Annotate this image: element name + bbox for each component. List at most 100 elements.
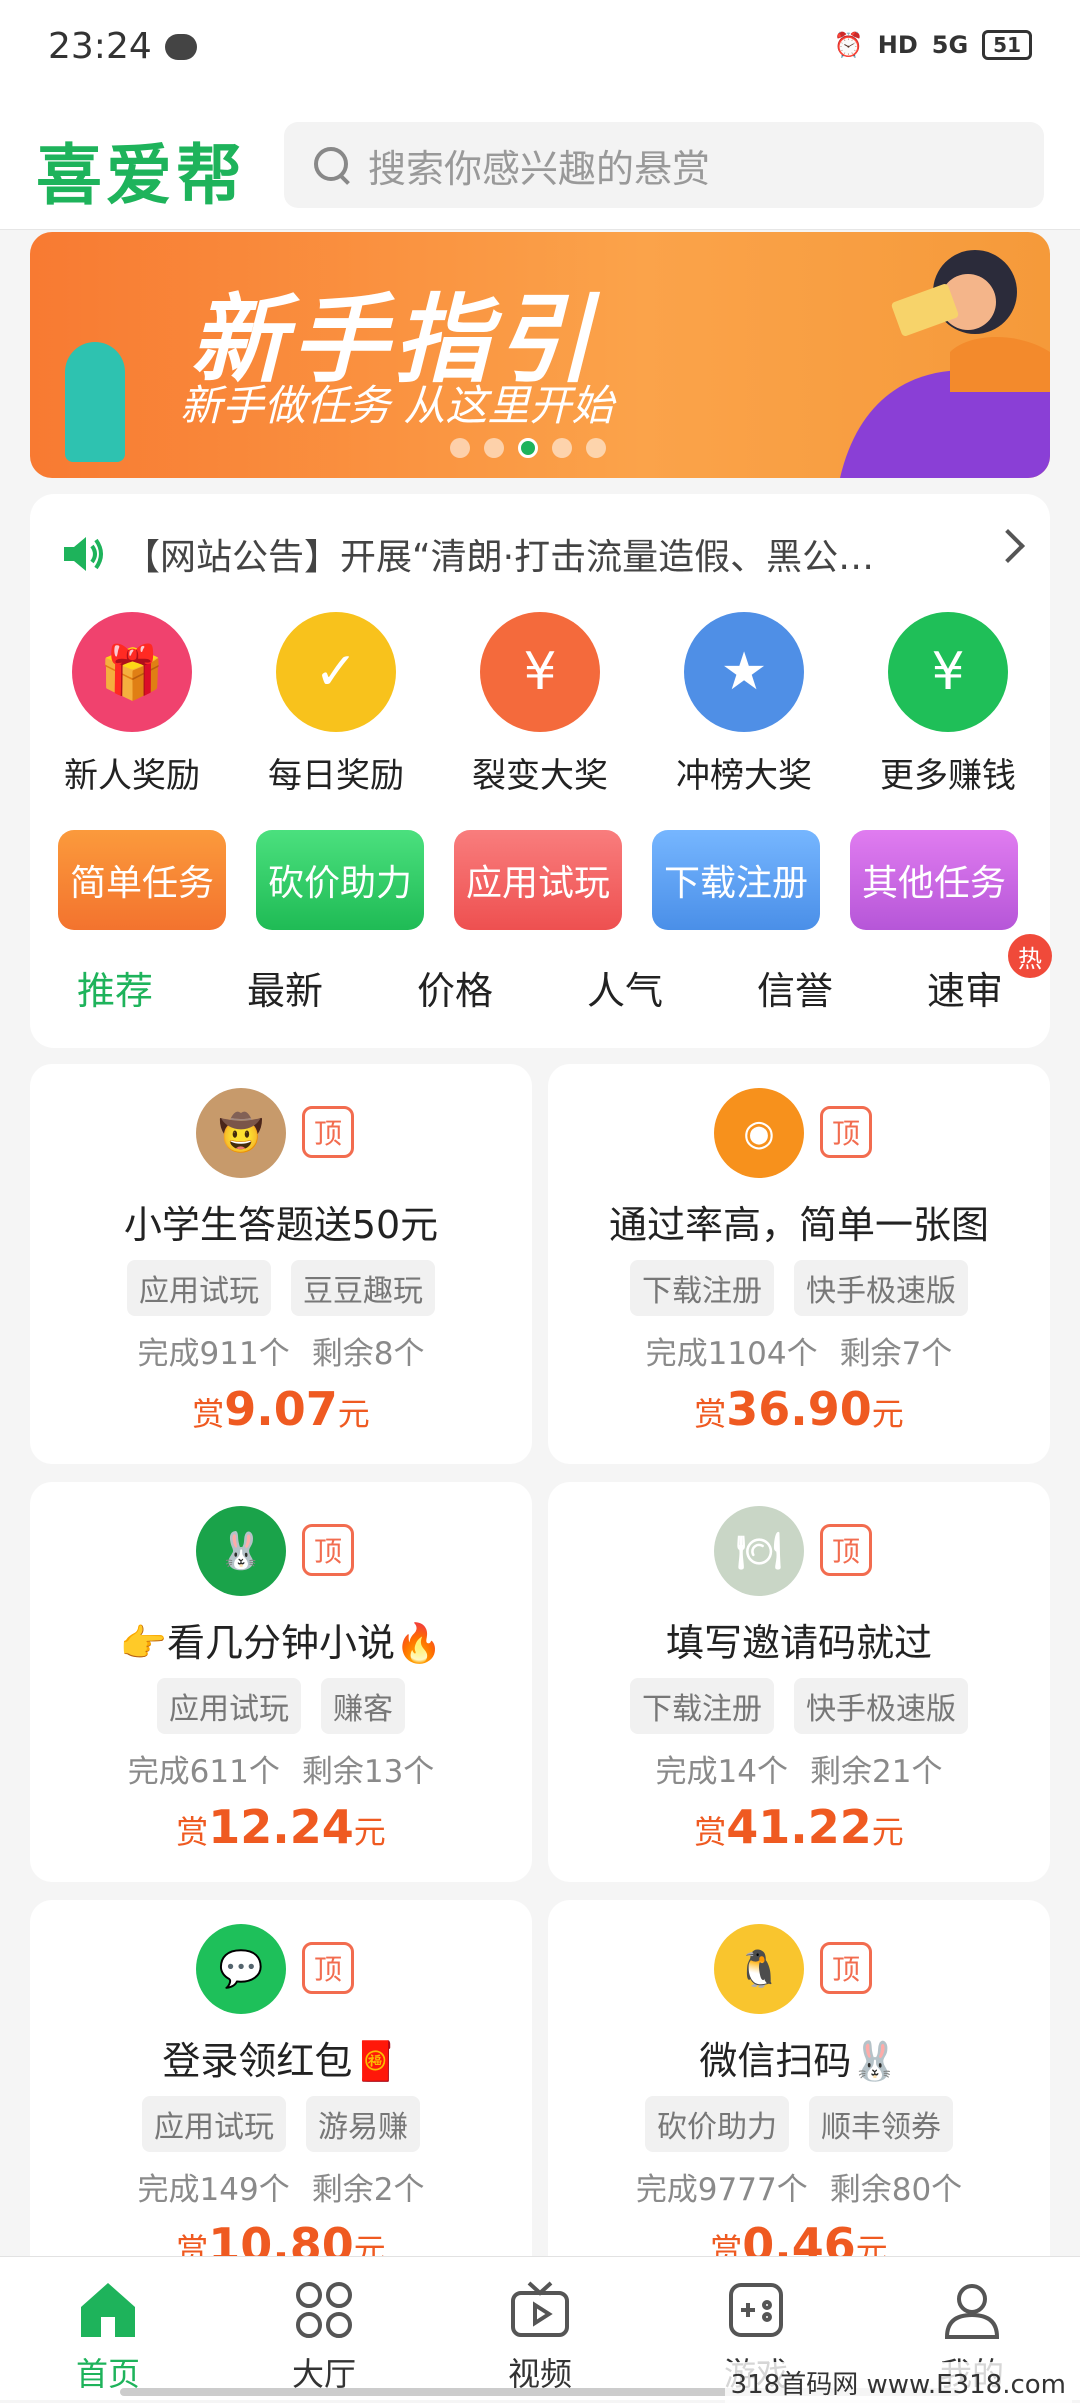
task-tag: 应用试玩 bbox=[127, 1260, 271, 1316]
quick-entry-row: 🎁 新人奖励 ✓ 每日奖励 ¥ 裂变大奖 ★ 冲榜大奖 ¥ 更多赚钱 bbox=[30, 612, 1050, 797]
reading-girl-illustration bbox=[840, 250, 1050, 478]
task-stats: 完成14个 剩余21个 bbox=[548, 1746, 1050, 1791]
sort-tab[interactable]: 人气 bbox=[540, 960, 710, 1015]
watermark: 318首码网 www.E318.com bbox=[724, 2362, 1072, 2403]
pinned-badge: 顶 bbox=[302, 1524, 354, 1576]
quick-entry-label: 冲榜大奖 bbox=[676, 756, 812, 796]
sort-tab[interactable]: 价格 bbox=[370, 960, 540, 1015]
sort-tab[interactable]: 速审热 bbox=[880, 934, 1052, 1015]
video-icon bbox=[507, 2277, 573, 2343]
banner-dot[interactable] bbox=[552, 438, 572, 458]
task-stats: 完成9777个 剩余80个 bbox=[548, 2164, 1050, 2209]
banner-dot[interactable] bbox=[518, 438, 538, 458]
category-button[interactable]: 其他任务 bbox=[850, 830, 1018, 930]
quick-entry[interactable]: ¥ 裂变大奖 bbox=[438, 612, 642, 797]
task-done-count: 完成1104个 bbox=[645, 1336, 818, 1372]
task-stats: 完成611个 剩余13个 bbox=[30, 1746, 532, 1791]
task-reward: 赏41.22元 bbox=[548, 1800, 1050, 1854]
task-done-count: 完成9777个 bbox=[635, 2172, 808, 2208]
quick-entry[interactable]: ★ 冲榜大奖 bbox=[642, 612, 846, 797]
task-title: 小学生答题送50元 bbox=[123, 1203, 439, 1247]
quick-entry-label: 裂变大奖 bbox=[472, 756, 608, 796]
battery-level: 51 bbox=[982, 30, 1032, 60]
grid-icon bbox=[291, 2277, 357, 2343]
search-input[interactable]: 搜索你感兴趣的悬赏 bbox=[284, 122, 1044, 208]
alarm-icon: ⏰ bbox=[833, 31, 864, 59]
search-placeholder: 搜索你感兴趣的悬赏 bbox=[368, 146, 711, 191]
category-button[interactable]: 应用试玩 bbox=[454, 830, 622, 930]
announcement-text: 【网站公告】开展“清朗·打击流量造假、黑公… bbox=[124, 537, 875, 578]
task-avatar: 🐧 bbox=[714, 1924, 804, 2014]
task-remaining-count: 剩余2个 bbox=[311, 2172, 425, 2208]
category-button[interactable]: 下载注册 bbox=[652, 830, 820, 930]
task-avatar: 🐰 bbox=[196, 1506, 286, 1596]
banner-pagination[interactable] bbox=[450, 438, 606, 458]
pinned-badge: 顶 bbox=[302, 1942, 354, 1994]
task-tag: 快手极速版 bbox=[794, 1678, 968, 1734]
task-remaining-count: 剩余7个 bbox=[839, 1336, 953, 1372]
task-done-count: 完成14个 bbox=[655, 1754, 788, 1790]
task-tag: 应用试玩 bbox=[142, 2096, 286, 2152]
tab-home[interactable]: 首页 bbox=[0, 2257, 216, 2400]
task-title: 👉看几分钟小说🔥 bbox=[119, 1621, 443, 1665]
quick-entry[interactable]: 🎁 新人奖励 bbox=[30, 612, 234, 797]
task-remaining-count: 剩余80个 bbox=[829, 2172, 963, 2208]
sort-tab[interactable]: 推荐 bbox=[30, 960, 200, 1015]
pinned-badge: 顶 bbox=[820, 1106, 872, 1158]
task-avatar: 💬 bbox=[196, 1924, 286, 2014]
banner-dot[interactable] bbox=[450, 438, 470, 458]
gift-icon: 🎁 bbox=[72, 612, 192, 732]
task-tags: 砍价助力 顺丰领券 bbox=[548, 2096, 1050, 2152]
reward-prefix: 赏 bbox=[192, 1395, 225, 1433]
gamepad-icon bbox=[723, 2277, 789, 2343]
home-panel: 【网站公告】开展“清朗·打击流量造假、黑公… 🎁 新人奖励 ✓ 每日奖励 ¥ 裂变大奖 ★ 冲… bbox=[30, 494, 1052, 1048]
chevron-right-icon[interactable] bbox=[991, 529, 1025, 563]
home-icon bbox=[75, 2277, 141, 2343]
task-card[interactable]: 🐧 顶微信扫码🐰 砍价助力 顺丰领券 完成9777个 剩余80个 赏0.46元 bbox=[548, 1900, 1050, 2300]
sort-tabs: 推荐 最新 价格 人气 信誉 速审热 bbox=[30, 934, 1052, 1015]
pinned-badge: 顶 bbox=[820, 1524, 872, 1576]
banner-dot[interactable] bbox=[586, 438, 606, 458]
reward-prefix: 赏 bbox=[694, 1813, 727, 1851]
app-logo: 喜爱帮 bbox=[36, 136, 246, 214]
task-tags: 下载注册 快手极速版 bbox=[548, 1678, 1050, 1734]
category-row: 简单任务 砍价助力 应用试玩 下载注册 其他任务 bbox=[58, 830, 1018, 930]
task-card[interactable]: 🤠 顶小学生答题送50元 应用试玩 豆豆趣玩 完成911个 剩余8个 赏9.07元 bbox=[30, 1064, 532, 1464]
hot-badge: 热 bbox=[1008, 934, 1052, 978]
task-tags: 应用试玩 赚客 bbox=[30, 1678, 532, 1734]
task-done-count: 完成611个 bbox=[127, 1754, 280, 1790]
trophy-icon: ★ bbox=[684, 612, 804, 732]
task-title: 微信扫码🐰 bbox=[699, 2039, 899, 2083]
money-bag-icon: ¥ bbox=[888, 612, 1008, 732]
guide-banner[interactable]: 新手指引 新手做任务 从这里开始 bbox=[30, 232, 1050, 478]
reward-unit: 元 bbox=[871, 1395, 904, 1433]
task-card[interactable]: 🐰 顶 👉看几分钟小说🔥 应用试玩 赚客 完成611个 剩余13个 赏12.24元 bbox=[30, 1482, 532, 1882]
quick-entry[interactable]: ✓ 每日奖励 bbox=[234, 612, 438, 797]
announcement-bar[interactable]: 【网站公告】开展“清朗·打击流量造假、黑公… bbox=[60, 524, 1025, 584]
network-label: 5G bbox=[931, 31, 969, 59]
task-card[interactable]: ◉ 顶通过率高，简单一张图 下载注册 快手极速版 完成1104个 剩余7个 赏36.90元 bbox=[548, 1064, 1050, 1464]
task-card[interactable]: 🍽 顶填写邀请码就过 下载注册 快手极速版 完成14个 剩余21个 赏41.22元 bbox=[548, 1482, 1050, 1882]
task-stats: 完成911个 剩余8个 bbox=[30, 1328, 532, 1373]
sort-tab[interactable]: 最新 bbox=[200, 960, 370, 1015]
reward-unit: 元 bbox=[871, 1813, 904, 1851]
category-button[interactable]: 砍价助力 bbox=[256, 830, 424, 930]
task-avatar: ◉ bbox=[714, 1088, 804, 1178]
pinned-badge: 顶 bbox=[302, 1106, 354, 1158]
tab-video[interactable]: 视频 bbox=[432, 2257, 648, 2400]
category-button[interactable]: 简单任务 bbox=[58, 830, 226, 930]
sort-tab[interactable]: 信誉 bbox=[710, 960, 880, 1015]
status-right: ⏰ HD 5G 51 bbox=[834, 30, 1032, 60]
task-remaining-count: 剩余21个 bbox=[810, 1754, 943, 1790]
task-card[interactable]: 💬 顶登录领红包🧧 应用试玩 游易赚 完成149个 剩余2个 赏10.80元 bbox=[30, 1900, 532, 2300]
task-tag: 砍价助力 bbox=[645, 2096, 789, 2152]
app-header: 喜爱帮 搜索你感兴趣的悬赏 bbox=[0, 100, 1080, 230]
tab-grid[interactable]: 大厅 bbox=[216, 2257, 432, 2400]
reward-unit: 元 bbox=[353, 1813, 386, 1851]
task-done-count: 完成911个 bbox=[137, 1336, 290, 1372]
calendar-icon: ✓ bbox=[276, 612, 396, 732]
banner-dot[interactable] bbox=[484, 438, 504, 458]
quick-entry[interactable]: ¥ 更多赚钱 bbox=[846, 612, 1050, 797]
quick-entry-label: 新人奖励 bbox=[64, 756, 200, 796]
task-tags: 应用试玩 豆豆趣玩 bbox=[30, 1260, 532, 1316]
